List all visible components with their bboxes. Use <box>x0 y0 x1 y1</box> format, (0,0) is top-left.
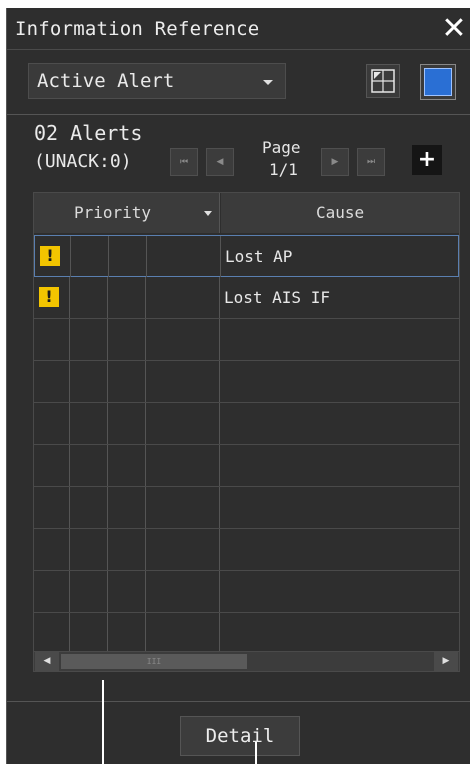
table-cell <box>146 571 220 612</box>
cause-header-label: Cause <box>316 203 365 222</box>
last-page-button[interactable]: ⏭ <box>357 148 385 176</box>
next-page-button[interactable]: ▶ <box>321 148 349 176</box>
table-cell <box>146 403 220 444</box>
table-cell <box>146 487 220 528</box>
table-row[interactable] <box>34 445 459 487</box>
table-cell <box>146 529 220 570</box>
table-cell <box>70 613 108 654</box>
cause-cell: Lost AIS IF <box>224 288 330 307</box>
warning-icon: ! <box>40 246 60 266</box>
table-cell <box>108 361 146 402</box>
table-cell <box>108 319 146 360</box>
close-icon[interactable]: ✕ <box>439 12 469 46</box>
table-cell <box>34 529 70 570</box>
table-cell <box>146 277 220 318</box>
table-cell <box>109 236 147 277</box>
active-window-icon <box>424 68 452 96</box>
table-cell <box>108 403 146 444</box>
table-cell <box>70 529 108 570</box>
scroll-thumb[interactable]: III <box>61 654 247 669</box>
table-cell <box>34 319 70 360</box>
restore-window-icon <box>371 69 395 93</box>
page-value: 1/1 <box>269 160 298 179</box>
table-cell <box>34 445 70 486</box>
callout-line <box>102 680 104 764</box>
table-cell <box>146 319 220 360</box>
table-cell <box>70 571 108 612</box>
chevron-down-icon <box>263 80 273 85</box>
table-row[interactable] <box>34 487 459 529</box>
add-button[interactable]: + <box>412 145 442 175</box>
table-cell <box>108 487 146 528</box>
first-page-button[interactable]: ⏮ <box>170 148 198 176</box>
view-select-value: Active Alert <box>37 70 175 92</box>
column-header-cause[interactable]: Cause <box>221 193 459 233</box>
active-window-button[interactable] <box>420 64 456 100</box>
view-select[interactable]: Active Alert <box>28 63 286 99</box>
prev-page-button[interactable]: ◀ <box>206 148 234 176</box>
table-cell <box>108 277 146 318</box>
scroll-left-arrow[interactable]: ◀ <box>35 652 59 671</box>
table-cell <box>34 571 70 612</box>
table-cell <box>108 529 146 570</box>
table-row[interactable]: ! Lost AP <box>34 235 459 277</box>
restore-window-button[interactable] <box>366 64 400 98</box>
detail-button[interactable]: Detail <box>180 716 300 756</box>
table-cell <box>146 361 220 402</box>
table-cell <box>34 361 70 402</box>
callout-line <box>255 742 257 764</box>
table-cell <box>70 277 108 318</box>
table-row[interactable] <box>34 403 459 445</box>
table-row[interactable] <box>34 571 459 613</box>
horizontal-scrollbar[interactable]: ◀ III ▶ <box>34 651 459 671</box>
table-cell <box>108 445 146 486</box>
page-label: Page <box>262 138 301 157</box>
cause-cell: Lost AP <box>225 247 293 266</box>
table-cell <box>71 236 109 277</box>
alerts-count: 02 Alerts <box>34 121 143 145</box>
table-cell <box>146 445 220 486</box>
table-row[interactable] <box>34 613 459 655</box>
table-row[interactable]: ! Lost AIS IF <box>34 277 459 319</box>
table-cell <box>34 403 70 444</box>
table-cell <box>34 613 70 654</box>
table-cell <box>70 403 108 444</box>
table-cell <box>70 445 108 486</box>
sort-caret-icon <box>204 211 212 216</box>
table-row[interactable] <box>34 529 459 571</box>
table-cell <box>70 361 108 402</box>
table-cell <box>147 236 221 277</box>
table-cell <box>108 571 146 612</box>
unack-count: (UNACK:0) <box>34 151 132 172</box>
table-cell <box>70 487 108 528</box>
priority-header-label: Priority <box>74 203 152 222</box>
window-title: Information Reference <box>15 18 260 40</box>
information-reference-panel: Information Reference ✕ Active Alert 02 … <box>6 8 470 764</box>
divider <box>7 114 470 115</box>
table-cell <box>34 487 70 528</box>
table-row[interactable] <box>34 319 459 361</box>
table-row[interactable] <box>34 361 459 403</box>
column-header-priority[interactable]: Priority <box>34 193 220 233</box>
scroll-right-arrow[interactable]: ▶ <box>434 652 458 671</box>
divider <box>7 701 470 702</box>
warning-icon: ! <box>39 287 59 307</box>
table-cell <box>70 319 108 360</box>
table-cell <box>146 613 220 654</box>
table-cell <box>108 613 146 654</box>
title-bar: Information Reference ✕ <box>7 8 470 50</box>
alert-table: Priority Cause ! Lost AP! Lost AIS IF ◀ II… <box>33 192 460 672</box>
